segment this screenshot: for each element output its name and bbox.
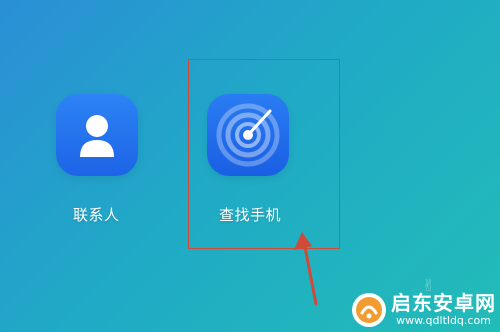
contacts-app-label[interactable]: 联系人 xyxy=(73,204,120,225)
contacts-app-icon[interactable] xyxy=(56,94,138,176)
red-arrow-icon xyxy=(294,232,318,306)
person-icon xyxy=(80,115,114,157)
highlight-box xyxy=(188,59,340,249)
watermark-logo-icon xyxy=(352,293,386,327)
watermark-title: 启东安卓网 xyxy=(391,291,496,315)
watermark-url: www.qdltldq.com xyxy=(396,314,491,327)
watermark: 启东安卓网 www.qdltldq.com xyxy=(351,292,496,328)
